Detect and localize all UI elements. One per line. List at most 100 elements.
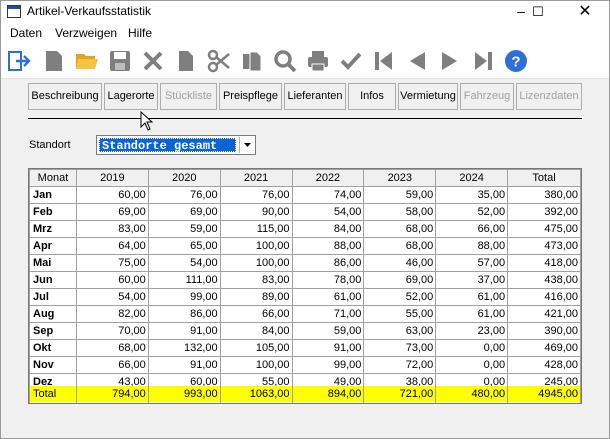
value-cell[interactable]: 57,00 (435, 254, 509, 272)
value-cell[interactable]: 60,00 (75, 271, 149, 289)
value-cell[interactable]: 418,00 (507, 254, 581, 272)
value-cell[interactable]: 84,00 (219, 322, 293, 340)
copy-icon[interactable] (174, 49, 198, 73)
value-cell[interactable]: 91,00 (291, 339, 365, 357)
month-cell[interactable]: Feb (29, 203, 77, 221)
confirm-icon[interactable] (339, 49, 363, 73)
value-cell[interactable]: 61,00 (291, 288, 365, 306)
value-cell[interactable]: 91,00 (147, 356, 221, 374)
cut-icon[interactable] (207, 49, 231, 73)
value-cell[interactable]: 68,00 (363, 237, 437, 255)
value-cell[interactable]: 89,00 (219, 288, 293, 306)
value-cell[interactable]: 76,00 (219, 186, 293, 204)
maximize-button[interactable]: ☐ (520, 1, 556, 23)
month-cell[interactable]: Total (29, 384, 77, 403)
table-row[interactable]: Mrz 83,00 59,00 115,00 84,00 68,00 66,00 475,00 (29, 220, 581, 238)
value-cell[interactable]: 72,00 (363, 356, 437, 374)
value-cell[interactable]: 71,00 (291, 305, 365, 323)
value-cell[interactable]: 4945,00 (507, 384, 581, 403)
column-header[interactable]: 2021 (219, 169, 293, 187)
value-cell[interactable]: 69,00 (75, 203, 149, 221)
value-cell[interactable]: 68,00 (363, 220, 437, 238)
value-cell[interactable]: 86,00 (147, 305, 221, 323)
value-cell[interactable]: 68,00 (75, 339, 149, 357)
value-cell[interactable]: 78,00 (291, 271, 365, 289)
value-cell[interactable]: 46,00 (363, 254, 437, 272)
value-cell[interactable]: 105,00 (219, 339, 293, 357)
value-cell[interactable]: 52,00 (435, 203, 509, 221)
delete-icon[interactable] (141, 49, 165, 73)
close-button[interactable]: ✕ (567, 1, 603, 23)
column-header[interactable]: Total (507, 169, 581, 187)
value-cell[interactable]: 54,00 (291, 203, 365, 221)
tab-stueckliste[interactable]: Stückliste (160, 83, 217, 110)
value-cell[interactable]: 438,00 (507, 271, 581, 289)
value-cell[interactable]: 76,00 (147, 186, 221, 204)
table-row[interactable]: Okt 68,00 132,00 105,00 91,00 73,00 0,00 469,00 (29, 339, 581, 357)
month-cell[interactable]: Sep (29, 322, 77, 340)
value-cell[interactable]: 73,00 (363, 339, 437, 357)
table-row[interactable]: Sep 70,00 91,00 84,00 59,00 63,00 23,00 390,00 (29, 322, 581, 340)
value-cell[interactable]: 69,00 (363, 271, 437, 289)
value-cell[interactable]: 61,00 (435, 305, 509, 323)
value-cell[interactable]: 428,00 (507, 356, 581, 374)
value-cell[interactable]: 421,00 (507, 305, 581, 323)
value-cell[interactable]: 390,00 (507, 322, 581, 340)
value-cell[interactable]: 88,00 (435, 237, 509, 255)
menu-verzweigen[interactable]: Verzweigen (55, 26, 117, 40)
value-cell[interactable]: 392,00 (507, 203, 581, 221)
tab-lagerorte[interactable]: Lagerorte (104, 83, 158, 110)
month-cell[interactable]: Okt (29, 339, 77, 357)
value-cell[interactable]: 84,00 (291, 220, 365, 238)
value-cell[interactable]: 66,00 (435, 220, 509, 238)
value-cell[interactable]: 86,00 (291, 254, 365, 272)
paste-icon[interactable] (240, 49, 264, 73)
value-cell[interactable]: 66,00 (219, 305, 293, 323)
column-header[interactable]: 2019 (75, 169, 149, 187)
help-icon[interactable]: ? (504, 49, 528, 73)
sales-statistics-grid[interactable]: Monat 2019 2020 2021 2022 2023 2024 Tota… (28, 168, 582, 404)
new-icon[interactable] (42, 49, 66, 73)
month-cell[interactable]: Apr (29, 237, 77, 255)
column-header[interactable]: 2020 (147, 169, 221, 187)
first-record-icon[interactable] (372, 49, 396, 73)
value-cell[interactable]: 100,00 (219, 254, 293, 272)
value-cell[interactable]: 63,00 (363, 322, 437, 340)
value-cell[interactable]: 70,00 (75, 322, 149, 340)
value-cell[interactable]: 59,00 (147, 220, 221, 238)
value-cell[interactable]: 61,00 (435, 288, 509, 306)
column-header[interactable]: 2023 (363, 169, 437, 187)
value-cell[interactable]: 132,00 (147, 339, 221, 357)
value-cell[interactable]: 894,00 (291, 384, 365, 403)
value-cell[interactable]: 59,00 (291, 322, 365, 340)
save-icon[interactable] (108, 49, 132, 73)
print-icon[interactable] (306, 49, 330, 73)
table-row[interactable]: Apr 64,00 65,00 100,00 88,00 68,00 88,00 473,00 (29, 237, 581, 255)
standort-select[interactable]: Standorte gesamt (96, 135, 256, 155)
menu-daten[interactable]: Daten (10, 26, 42, 40)
value-cell[interactable]: 52,00 (363, 288, 437, 306)
table-row[interactable]: Nov 66,00 91,00 100,00 99,00 72,00 0,00 428,00 (29, 356, 581, 374)
search-icon[interactable] (273, 49, 297, 73)
value-cell[interactable]: 100,00 (219, 237, 293, 255)
value-cell[interactable]: 60,00 (75, 186, 149, 204)
month-cell[interactable]: Mrz (29, 220, 77, 238)
value-cell[interactable]: 721,00 (363, 384, 437, 403)
month-cell[interactable]: Aug (29, 305, 77, 323)
tab-vermietung[interactable]: Vermietung (398, 83, 458, 110)
value-cell[interactable]: 993,00 (147, 384, 221, 403)
month-cell[interactable]: Nov (29, 356, 77, 374)
value-cell[interactable]: 0,00 (435, 356, 509, 374)
next-record-icon[interactable] (438, 49, 462, 73)
dropdown-arrow[interactable] (239, 137, 254, 153)
value-cell[interactable]: 88,00 (291, 237, 365, 255)
month-cell[interactable]: Jul (29, 288, 77, 306)
value-cell[interactable]: 1063,00 (219, 384, 293, 403)
tab-lizenzdaten[interactable]: Lizenzdaten (516, 83, 582, 110)
value-cell[interactable]: 480,00 (435, 384, 509, 403)
menu-hilfe[interactable]: Hilfe (128, 26, 152, 40)
table-row[interactable]: Jan 60,00 76,00 76,00 74,00 59,00 35,00 380,00 (29, 186, 581, 204)
value-cell[interactable]: 54,00 (147, 254, 221, 272)
previous-record-icon[interactable] (405, 49, 429, 73)
table-row[interactable]: Jul 54,00 99,00 89,00 61,00 52,00 61,00 416,00 (29, 288, 581, 306)
